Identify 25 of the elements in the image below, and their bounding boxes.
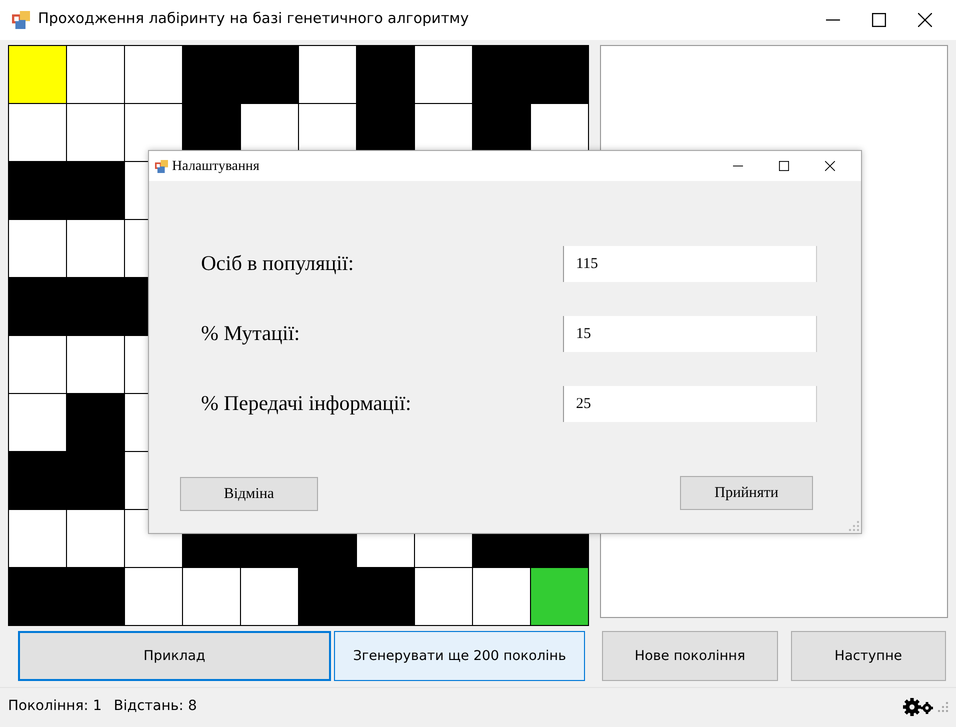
resize-grip-icon[interactable] [938, 702, 948, 712]
app-icon [12, 10, 30, 29]
close-icon[interactable] [825, 161, 835, 171]
accept-button[interactable]: Прийняти [680, 476, 813, 510]
field-label: Осіб в популяції: [201, 250, 354, 278]
field-label: % Передачі інформації: [201, 390, 412, 418]
action-button[interactable]: Згенерувати ще 200 поколінь [334, 631, 586, 681]
action-button[interactable]: Нове покоління [602, 631, 778, 681]
dialog-title: Налаштування [172, 158, 260, 176]
action-button[interactable]: Наступне [790, 631, 946, 681]
close-icon[interactable] [918, 13, 932, 27]
maximize-icon[interactable] [872, 13, 886, 27]
action-button[interactable]: Приклад [18, 631, 331, 681]
app-icon [155, 160, 168, 173]
window-title: Проходження лабіринту на базі генетичного алгоритму [38, 10, 470, 30]
cancel-button[interactable]: Відміна [180, 477, 318, 511]
gears-icon[interactable] [902, 696, 934, 716]
generation-label: Покоління: 1 [8, 697, 102, 716]
resize-grip-icon[interactable] [849, 521, 859, 531]
input-field[interactable]: 15 [563, 316, 817, 352]
maximize-icon[interactable] [779, 161, 789, 171]
input-field[interactable]: 115 [563, 246, 817, 282]
distance-label: Відстань: 8 [114, 697, 197, 716]
input-field[interactable]: 25 [563, 386, 817, 422]
field-label: % Мутації: [201, 320, 300, 348]
